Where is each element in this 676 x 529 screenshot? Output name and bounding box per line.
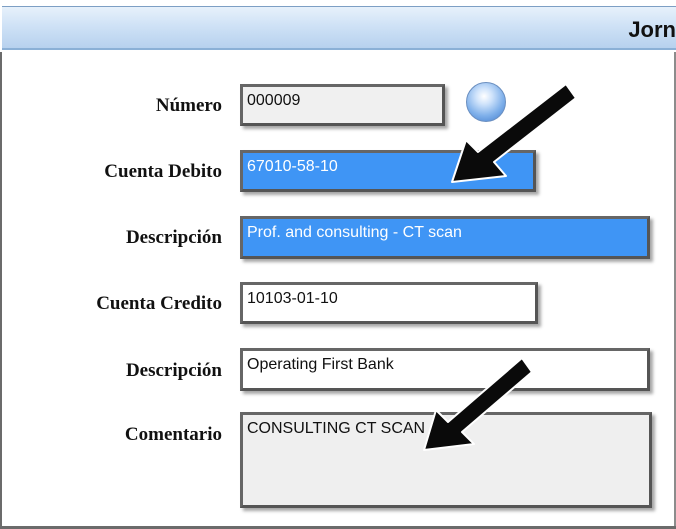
comentario-textarea[interactable]: CONSULTING CT SCAN	[240, 412, 652, 508]
comentario-label: Comentario	[124, 424, 222, 445]
window-title: Jorn	[628, 17, 676, 42]
cuenta-debito-field[interactable]: 67010-58-10	[240, 150, 536, 192]
descripcion-debito-label: Descripción	[125, 227, 222, 248]
journal-entry-window: Jorn Número 000009 Cuenta Debito 67010-5…	[0, 0, 676, 529]
numero-label: Número	[155, 95, 222, 116]
descripcion-debito-field[interactable]: Prof. and consulting - CT scan	[240, 216, 650, 259]
numero-field[interactable]: 000009	[240, 84, 445, 126]
cuenta-debito-label: Cuenta Debito	[104, 161, 222, 182]
descripcion-credito-field[interactable]: Operating First Bank	[240, 348, 650, 391]
window-left-border	[0, 52, 2, 529]
descripcion-credito-label: Descripción	[125, 360, 222, 381]
title-bar: Jorn	[2, 6, 676, 50]
cuenta-credito-label: Cuenta Credito	[96, 293, 222, 314]
lookup-orb-icon[interactable]	[466, 82, 506, 122]
cuenta-credito-field[interactable]: 10103-01-10	[240, 282, 538, 324]
